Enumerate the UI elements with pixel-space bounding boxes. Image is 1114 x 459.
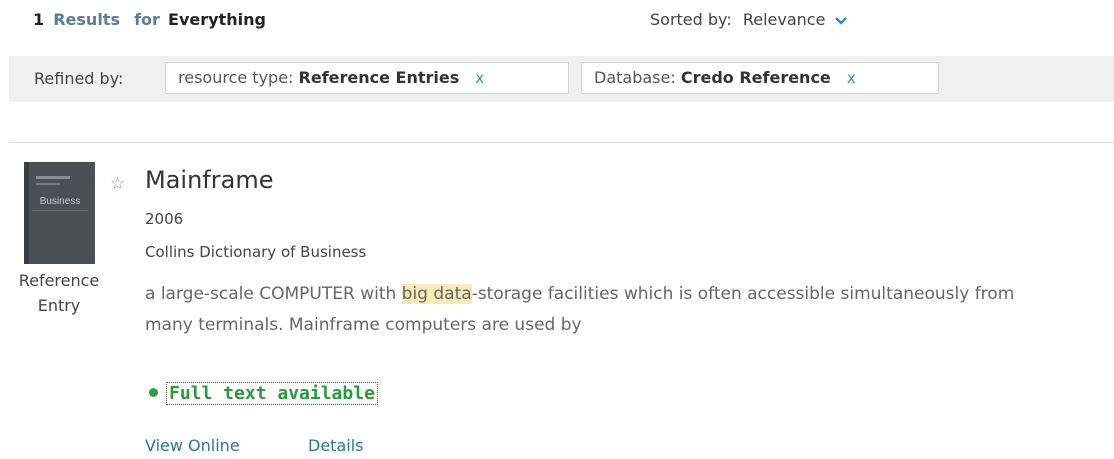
- full-text-link[interactable]: Full text available: [166, 382, 378, 405]
- result-thumbnail[interactable]: Business: [24, 162, 95, 264]
- sort-label: Sorted by:: [650, 10, 732, 29]
- chip-facet: Database:: [594, 68, 676, 87]
- result-abstract: a large-scale COMPUTER with big data-sto…: [145, 279, 1015, 341]
- filter-chip-database: Database: Credo Reference x: [581, 62, 939, 94]
- abstract-text-start: a large-scale COMPUTER with: [145, 284, 402, 304]
- details-link[interactable]: Details: [308, 436, 363, 455]
- doc-type-line1: Reference: [18, 271, 100, 290]
- view-online-link[interactable]: View Online: [145, 436, 240, 455]
- result-title[interactable]: Mainframe: [145, 166, 273, 194]
- refine-bar: Refined by: resource type: Reference Ent…: [9, 56, 1114, 102]
- result-year: 2006: [145, 210, 184, 228]
- sort-control[interactable]: Sorted by: Relevance: [650, 10, 847, 29]
- book-cover-title: Business: [40, 196, 81, 207]
- result-source: Collins Dictionary of Business: [145, 243, 367, 261]
- chip-value: Reference Entries: [298, 68, 460, 87]
- filter-chip-resource-type: resource type: Reference Entries x: [165, 62, 569, 94]
- refine-label: Refined by:: [34, 69, 124, 88]
- star-icon[interactable]: ☆: [110, 174, 125, 194]
- results-for-label: for: [134, 10, 160, 29]
- results-label: Results: [53, 10, 120, 29]
- close-icon[interactable]: x: [847, 69, 856, 87]
- chip-value: Credo Reference: [680, 68, 831, 87]
- close-icon[interactable]: x: [475, 69, 484, 87]
- results-count: 1: [33, 10, 45, 29]
- book-cover-image: Business: [24, 162, 95, 264]
- chevron-down-icon[interactable]: [834, 16, 847, 25]
- full-text-status: Full text available: [149, 382, 378, 405]
- highlight-term: big: [401, 284, 428, 304]
- results-summary: 1 Results for Everything: [33, 10, 266, 29]
- highlight-term: data: [433, 284, 472, 304]
- divider: [9, 142, 1114, 143]
- available-dot-icon: [149, 387, 158, 397]
- chip-facet: resource type:: [178, 68, 294, 87]
- results-scope: Everything: [168, 10, 266, 29]
- sort-value[interactable]: Relevance: [743, 10, 826, 29]
- doc-type-line2: Entry: [37, 296, 81, 315]
- document-type: Reference Entry: [8, 268, 110, 318]
